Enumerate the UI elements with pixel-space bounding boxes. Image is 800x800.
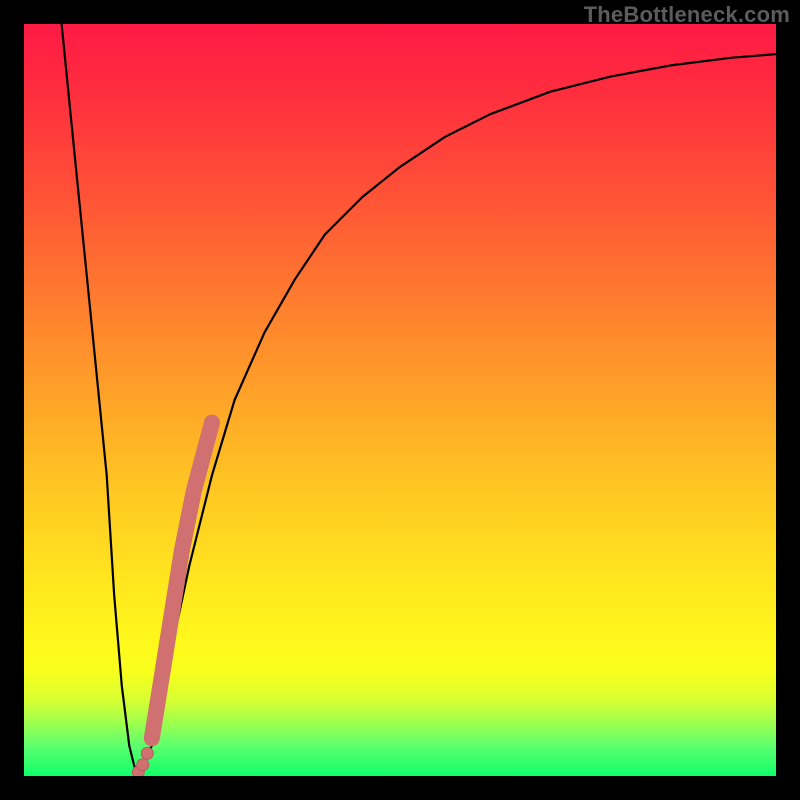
- highlight-markers: [152, 423, 212, 739]
- near-min-marker: [141, 747, 153, 759]
- near-min-markers: [132, 747, 153, 776]
- highlight-segment-line: [152, 423, 212, 739]
- plot-area: [24, 24, 776, 776]
- curve-svg: [24, 24, 776, 776]
- chart-frame: TheBottleneck.com: [0, 0, 800, 800]
- near-min-marker: [137, 759, 149, 771]
